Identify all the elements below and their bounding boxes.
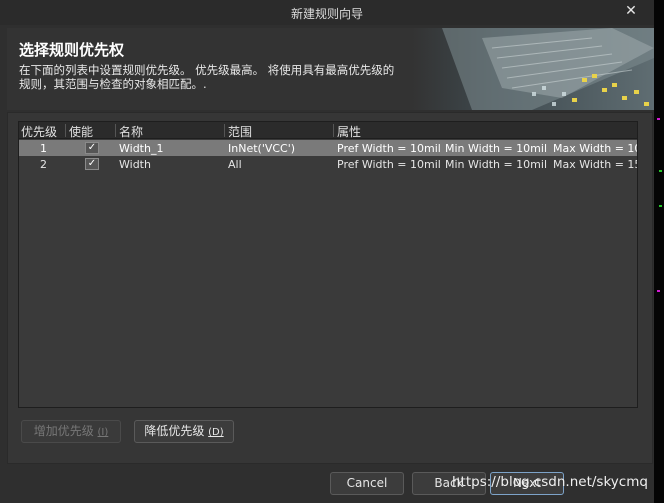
priority-cell: 1 [40,142,47,155]
background-edge [654,0,664,503]
min-width-cell: Min Width = 10mil [445,142,548,155]
scope-cell: InNet('VCC') [228,142,296,155]
max-width-cell: Max Width = 15mil [553,158,637,171]
column-header-priority[interactable]: 优先级 [21,123,57,140]
table-row[interactable]: 1 ✓ Width_1 InNet('VCC') Pref Width = 10… [19,140,637,156]
pcb-decoration-image [412,28,654,110]
column-divider[interactable] [224,124,225,137]
column-header-enabled[interactable]: 使能 [69,123,93,140]
increase-priority-label: 增加优先级 [33,424,94,438]
column-divider[interactable] [115,124,116,137]
page-title: 选择规则优先权 [19,41,125,59]
decrease-priority-shortcut: (D) [208,427,224,438]
enabled-checkbox[interactable]: ✓ [85,158,99,170]
column-header-scope[interactable]: 范围 [228,123,252,140]
window-title: 新建规则向导 [290,7,363,21]
title-bar[interactable]: 新建规则向导 ✕ [0,0,654,25]
rule-priority-table[interactable]: 优先级 使能 名称 范围 属性 1 ✓ Width_1 InNet('VCC')… [18,121,638,408]
increase-priority-shortcut: (I) [97,427,109,438]
column-divider[interactable] [65,124,66,137]
pref-width-cell: Pref Width = 10mil [337,158,441,171]
column-divider[interactable] [333,124,334,137]
page-description: 在下面的列表中设置规则优先级。 优先级最高。 将使用具有最高优先级的规则，其范围… [19,63,395,91]
decrease-priority-label: 降低优先级 [144,424,205,438]
edge-marker [657,290,660,292]
decrease-priority-button[interactable]: 降低优先级 (D) [134,420,234,443]
edge-marker [659,205,662,207]
rule-name-cell: Width [119,158,151,171]
cancel-button[interactable]: Cancel [330,472,404,495]
rule-priority-panel: 优先级 使能 名称 范围 属性 1 ✓ Width_1 InNet('VCC')… [7,112,653,464]
watermark-text: https://blog.csdn.net/skycmq [452,474,648,490]
new-rule-wizard-dialog: 新建规则向导 ✕ 选择规则优先权 在下面的列表中设置规则优先级。 优先级最高。 … [0,0,654,503]
min-width-cell: Min Width = 10mil [445,158,548,171]
table-header: 优先级 使能 名称 范围 属性 [19,122,637,140]
column-header-name[interactable]: 名称 [119,123,143,140]
rule-name-cell: Width_1 [119,142,164,155]
pref-width-cell: Pref Width = 10mil [337,142,441,155]
max-width-cell: Max Width = 10mil [553,142,637,155]
edge-marker [659,170,662,172]
column-header-attributes[interactable]: 属性 [337,123,361,140]
wizard-banner: 选择规则优先权 在下面的列表中设置规则优先级。 优先级最高。 将使用具有最高优先… [7,28,654,110]
edge-marker [657,118,660,120]
increase-priority-button[interactable]: 增加优先级 (I) [21,420,121,443]
priority-cell: 2 [40,158,47,171]
table-row[interactable]: 2 ✓ Width All Pref Width = 10mil Min Wid… [19,156,637,172]
close-icon[interactable]: ✕ [622,2,640,20]
scope-cell: All [228,158,242,171]
enabled-checkbox[interactable]: ✓ [85,142,99,154]
